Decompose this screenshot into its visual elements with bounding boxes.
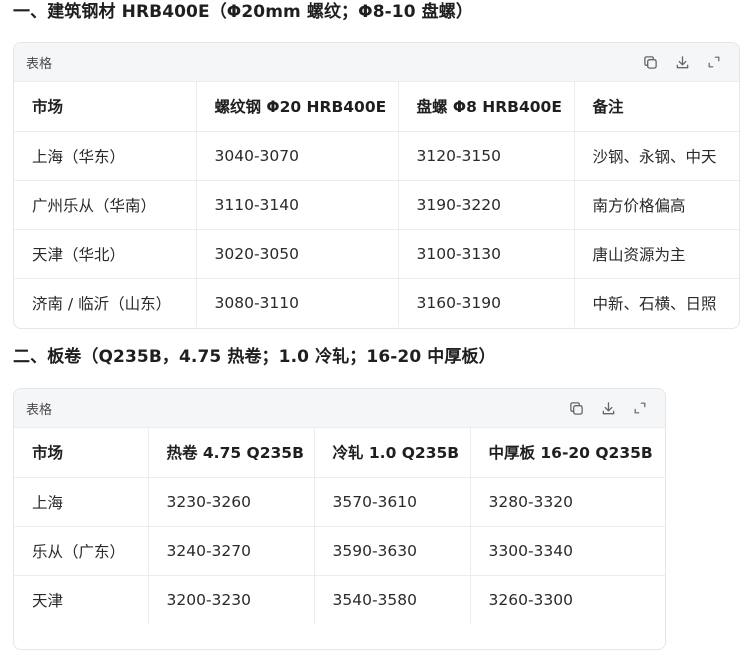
column-header: 市场 bbox=[14, 428, 149, 478]
expand-icon bbox=[634, 402, 646, 414]
copy-icon bbox=[569, 401, 583, 415]
table-cell: 广州乐从（华南） bbox=[14, 180, 197, 230]
table-cell: 3300-3340 bbox=[470, 526, 665, 576]
download-button[interactable] bbox=[671, 51, 693, 73]
table-cell: 3200-3230 bbox=[148, 575, 315, 624]
table-cell: 3590-3630 bbox=[314, 526, 471, 576]
table-row: 济南 / 临沂（山东） 3080-3110 3160-3190 中新、石横、日照 bbox=[14, 278, 739, 327]
table-cell: 3230-3260 bbox=[148, 477, 315, 527]
expand-button[interactable] bbox=[703, 51, 725, 73]
table-cell: 南方价格偏高 bbox=[574, 180, 739, 230]
table-cell: 3160-3190 bbox=[398, 278, 575, 327]
copy-icon bbox=[643, 55, 657, 69]
table-card-toolbar bbox=[565, 397, 651, 419]
table-cell: 上海 bbox=[14, 477, 149, 527]
section-heading-building-steel: 一、建筑钢材 HRB400E（Φ20mm 螺纹；Φ8-10 盘螺） bbox=[13, 2, 473, 22]
table-cell: 3540-3580 bbox=[314, 575, 471, 624]
column-header: 冷轧 1.0 Q235B bbox=[314, 428, 471, 478]
table-header-row: 市场 热卷 4.75 Q235B 冷轧 1.0 Q235B 中厚板 16-20 … bbox=[14, 428, 665, 478]
table-card-building-steel: 表格 市场 螺纹钢 Φ20 HRB400E 盘螺 Φ8 HRB400E 备注 上… bbox=[13, 42, 740, 329]
table-header-row: 市场 螺纹钢 Φ20 HRB400E 盘螺 Φ8 HRB400E 备注 bbox=[14, 82, 739, 132]
table-row: 天津（华北） 3020-3050 3100-3130 唐山资源为主 bbox=[14, 229, 739, 279]
table-cell: 乐从（广东） bbox=[14, 526, 149, 576]
copy-button[interactable] bbox=[565, 397, 587, 419]
table-cell: 沙钢、永钢、中天 bbox=[574, 131, 739, 181]
expand-button[interactable] bbox=[629, 397, 651, 419]
column-header: 螺纹钢 Φ20 HRB400E bbox=[196, 82, 399, 132]
plate-coil-table: 市场 热卷 4.75 Q235B 冷轧 1.0 Q235B 中厚板 16-20 … bbox=[14, 428, 665, 624]
table-card-header: 表格 bbox=[14, 389, 665, 428]
copy-button[interactable] bbox=[639, 51, 661, 73]
table-cell: 3280-3320 bbox=[470, 477, 665, 527]
table-cell: 3100-3130 bbox=[398, 229, 575, 279]
table-cell: 上海（华东） bbox=[14, 131, 197, 181]
table-row: 广州乐从（华南） 3110-3140 3190-3220 南方价格偏高 bbox=[14, 180, 739, 230]
column-header: 备注 bbox=[574, 82, 739, 132]
table-cell: 天津（华北） bbox=[14, 229, 197, 279]
download-button[interactable] bbox=[597, 397, 619, 419]
table-row: 上海（华东） 3040-3070 3120-3150 沙钢、永钢、中天 bbox=[14, 131, 739, 181]
table-cell: 3020-3050 bbox=[196, 229, 399, 279]
building-steel-table: 市场 螺纹钢 Φ20 HRB400E 盘螺 Φ8 HRB400E 备注 上海（华… bbox=[14, 82, 739, 327]
table-card-toolbar bbox=[639, 51, 725, 73]
table-cell: 3240-3270 bbox=[148, 526, 315, 576]
table-row: 天津 3200-3230 3540-3580 3260-3300 bbox=[14, 575, 665, 624]
table-cell: 天津 bbox=[14, 575, 149, 624]
column-header: 市场 bbox=[14, 82, 197, 132]
column-header: 盘螺 Φ8 HRB400E bbox=[398, 82, 575, 132]
table-cell: 中新、石横、日照 bbox=[592, 294, 717, 313]
download-icon bbox=[676, 55, 688, 68]
column-header: 热卷 4.75 Q235B bbox=[148, 428, 315, 478]
table-cell: 3120-3150 bbox=[398, 131, 575, 181]
table-row: 上海 3230-3260 3570-3610 3280-3320 bbox=[14, 477, 665, 527]
table-row: 乐从（广东） 3240-3270 3590-3630 3300-3340 bbox=[14, 526, 665, 576]
table-cell: 3040-3070 bbox=[196, 131, 399, 181]
table-cell: 3190-3220 bbox=[398, 180, 575, 230]
table-card-plate-coil: 表格 市场 热卷 4.75 Q235B 冷轧 1.0 Q235B 中厚板 16-… bbox=[13, 388, 666, 650]
table-cell: 3260-3300 bbox=[488, 590, 574, 609]
table-card-title: 表格 bbox=[26, 56, 53, 72]
table-card-title: 表格 bbox=[26, 402, 53, 418]
table-cell: 3570-3610 bbox=[314, 477, 471, 527]
column-header: 中厚板 16-20 Q235B bbox=[470, 428, 665, 478]
table-cell: 济南 / 临沂（山东） bbox=[14, 278, 197, 327]
download-icon bbox=[602, 401, 614, 414]
table-cell: 3110-3140 bbox=[196, 180, 399, 230]
table-card-header: 表格 bbox=[14, 43, 739, 82]
expand-icon bbox=[708, 56, 720, 68]
table-cell: 唐山资源为主 bbox=[574, 229, 739, 279]
table-cell: 3080-3110 bbox=[196, 278, 399, 327]
section-heading-plate-coil: 二、板卷（Q235B，4.75 热卷；1.0 冷轧；16-20 中厚板） bbox=[13, 347, 496, 367]
